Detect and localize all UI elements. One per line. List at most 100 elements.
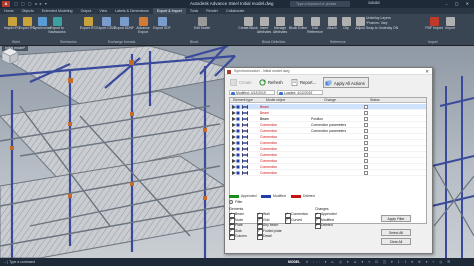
filter-curved-checkbox[interactable]: Curved [285,217,302,224]
expand-arrow-icon[interactable] [232,135,240,139]
user-account[interactable]: 345483 [368,1,380,5]
beam-type-icon [242,165,248,169]
row-status-checkbox[interactable] [364,123,368,127]
expand-arrow-icon[interactable] [232,111,240,115]
expand-arrow-icon[interactable] [232,165,240,169]
row-status-checkbox[interactable] [364,117,368,121]
legend-appended: Appended [229,194,256,199]
report-icon [291,79,298,86]
table-row[interactable]: Connection [230,170,426,176]
col-status[interactable]: Status [370,98,380,103]
ribbon-edit-model-button[interactable]: Edit Model [192,16,212,38]
expand-arrow-icon[interactable] [232,129,240,133]
ribbon-button-label: Insert Attributes [256,26,272,34]
adjust-icon [355,17,365,26]
modified-date: Modified: 4/12/2019 [229,90,275,95]
expand-arrow-icon[interactable] [232,105,240,109]
app-icon [227,69,231,74]
expand-arrow-icon[interactable] [232,123,240,127]
row-status-checkbox[interactable] [364,141,368,145]
col-change[interactable]: Change [324,98,336,103]
beam-type-icon [242,117,248,121]
synchronization-dialog: Synchronization - Initial model.dwg ✕ Cr… [224,67,433,254]
expand-arrow-icon[interactable] [232,171,240,175]
ribbon-button-label: Manage Attributes [272,26,288,34]
ribbon-panel-label[interactable]: Import [428,40,438,44]
expand-arrow-icon[interactable] [232,117,240,121]
model-space-toggle[interactable]: MODEL [288,258,300,266]
row-status-checkbox[interactable] [364,147,368,151]
ribbon-button-label: Import [445,26,455,30]
apply-all-icon [325,80,332,86]
beam-type-icon [242,153,248,157]
app-logo-icon[interactable]: A [2,1,10,7]
legend-deleted: Deleted [291,194,315,199]
filter-toggle[interactable]: Filter [229,200,243,205]
viewcube-icon[interactable] [0,46,20,66]
ribbon-panel-label[interactable]: Block Definition [262,40,285,44]
export-cis-2-icon [101,17,111,26]
row-status-checkbox[interactable] [364,153,368,157]
col-element-type[interactable]: Element type [233,98,253,103]
ribbon-export-to-navisworks-button[interactable]: Export to Navisworks [47,16,67,38]
ribbon-panel-label[interactable]: Steel [12,40,20,44]
create-icon [230,79,237,86]
beam-type-icon [242,111,248,115]
col-model-object[interactable]: Model object [266,98,285,103]
ribbon-export-cis-2-button[interactable]: Export CIS/2 [96,16,116,38]
ribbon-advance-export-button[interactable]: Advance Export [133,16,153,38]
export-ifc-icon [22,17,32,26]
beam-type-icon [242,129,248,133]
window-controls[interactable]: – ▢ ✕ [445,1,472,6]
expand-arrow-icon[interactable] [232,141,240,145]
legend-modified-label: Modified [273,194,286,198]
select-all-button[interactable]: Select All [381,229,411,236]
row-status-checkbox[interactable] [364,135,368,139]
row-status-checkbox[interactable] [364,159,368,163]
row-status-checkbox[interactable] [364,129,368,133]
beam-type-icon [242,105,248,109]
status-toggles[interactable]: # ::: ▾ ⊾ ◎ ▾ ∠ ▾ ⌖ ⊡ ◫ ▾ 1:1 ▾ ✲ ▾ + ◎ … [306,258,452,266]
filter-column-checkbox[interactable]: Column [229,233,247,241]
dialog-title-bar[interactable]: Synchronization - Initial model.dwg ✕ [225,68,432,75]
clear-all-button[interactable]: Clear All [381,238,411,245]
import-ifc-icon [7,17,17,26]
ribbon-button-label: Adjust [355,26,365,30]
ribbon-export-sdf-button[interactable]: Export SDF [152,16,172,38]
apply-filter-button[interactable]: Apply Filter [381,215,411,222]
row-status-checkbox[interactable] [364,171,368,175]
export-to-navisworks-icon [52,17,62,26]
ribbon-panel-label[interactable]: Steelworks [60,40,77,44]
row-status-checkbox[interactable] [364,111,368,115]
legend-modified: Modified [261,194,286,199]
report-button[interactable]: Report... [290,77,316,88]
underlay-option[interactable]: Snap to Underlay ON [366,26,398,31]
ribbon-export-sdnf-button[interactable]: Export SDNF [114,16,134,38]
filter-deleted-checkbox[interactable]: Deleted [315,222,333,230]
ribbon-panel-label[interactable]: Reference [330,40,346,44]
create-button[interactable]: Create [229,77,252,88]
filter-detail-checkbox[interactable]: Detail [257,233,272,241]
command-line[interactable]: → | Type a command [3,258,35,266]
quick-access-toolbar[interactable]: ▢ ▢ ▢ ◂ ▸ ▾ [14,1,48,6]
import-icon [445,17,455,26]
beam-type-icon [242,141,248,145]
ribbon-manage-attributes-button[interactable]: Manage Attributes [270,16,290,38]
ribbon-import-button[interactable]: Import [440,16,460,38]
expand-arrow-icon[interactable] [232,159,240,163]
ribbon-panel-label[interactable]: Exchange formats [108,40,135,44]
modified-date-text: Modified: 4/12/2019 [236,91,266,95]
row-status-checkbox[interactable] [364,165,368,169]
ribbon-export-ifc-button[interactable]: Export IFC [78,16,98,38]
search-input[interactable]: Type a keyword or phrase [290,1,350,7]
close-icon[interactable]: ✕ [425,68,429,75]
apply-all-actions-button[interactable]: Apply All Actions [323,77,369,88]
expand-arrow-icon[interactable] [232,147,240,151]
underlay-options: Underlay Layers *Frames: Vary Snap to Unde… [366,16,398,31]
manage-attributes-icon [275,17,285,26]
refresh-button[interactable]: Refresh [258,77,283,88]
ribbon-panel-label[interactable]: Block [190,40,198,44]
loaded-date-text: Loaded: 4/12/2019 [284,91,313,95]
expand-arrow-icon[interactable] [232,153,240,157]
row-status-checkbox[interactable] [364,105,368,109]
